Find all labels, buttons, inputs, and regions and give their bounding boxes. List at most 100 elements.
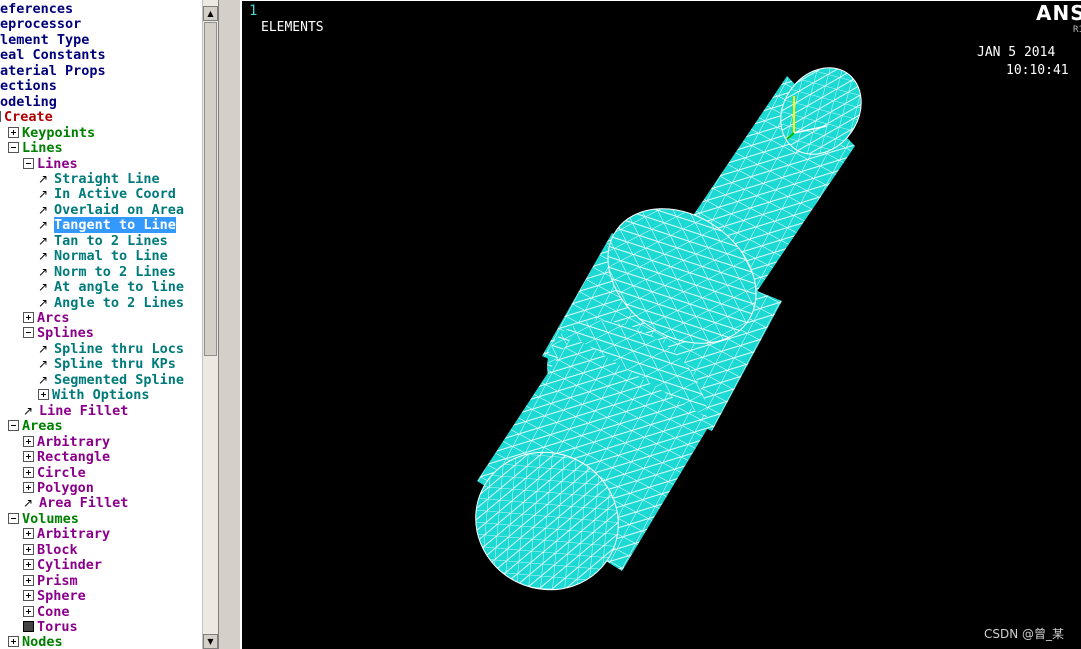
collapse-icon[interactable] xyxy=(8,142,19,154)
expand-icon[interactable] xyxy=(23,605,34,617)
tree-item[interactable]: Circle xyxy=(23,465,86,481)
collapse-icon[interactable] xyxy=(23,157,34,169)
main-menu-tree: eferences eprocessor lement Type eal Consta… xyxy=(0,0,219,649)
tree-item[interactable]: eal Constants xyxy=(0,48,106,63)
tree-item[interactable]: ↗ Line Fillet xyxy=(23,402,129,419)
tree-item[interactable]: Lines xyxy=(23,156,78,172)
action-arrow-icon: ↗ xyxy=(38,218,49,233)
meshed-shaft-model xyxy=(475,67,862,591)
tree-item-label: Spline thru KPs xyxy=(54,356,176,373)
expand-icon[interactable] xyxy=(23,481,34,493)
tree-item[interactable]: ↗ Tangent to Line xyxy=(38,217,176,234)
tree-item[interactable]: Prism xyxy=(23,573,78,589)
tree-item-label: Block xyxy=(37,541,78,558)
tree-item[interactable]: Arbitrary xyxy=(23,527,110,542)
expand-icon[interactable] xyxy=(23,435,34,447)
panel-splitter[interactable] xyxy=(219,0,239,649)
tree-item[interactable]: ↗ Angle to 2 Lines xyxy=(38,294,185,311)
tree-item[interactable]: Create xyxy=(0,110,53,125)
tree-item[interactable]: ↗ Overlaid on Area xyxy=(38,202,184,218)
tree-item[interactable]: Arcs xyxy=(23,311,70,326)
expand-icon[interactable] xyxy=(8,636,19,648)
tree-item[interactable]: Rectangle xyxy=(23,450,110,465)
tree-item[interactable]: Volumes xyxy=(8,511,79,527)
tree-item[interactable]: ↗ Normal to Line xyxy=(38,249,168,264)
expand-icon[interactable] xyxy=(23,543,34,555)
tree-item-label: Arcs xyxy=(37,310,70,326)
action-arrow-icon: ↗ xyxy=(38,202,49,217)
tree-item-label: Angle to 2 Lines xyxy=(54,294,185,311)
tree-item[interactable]: Block xyxy=(23,541,78,558)
expand-icon[interactable] xyxy=(23,559,34,571)
expand-icon[interactable] xyxy=(8,126,19,138)
tree-item[interactable]: eprocessor xyxy=(0,17,81,32)
dialog-icon xyxy=(23,621,34,632)
collapse-icon[interactable] xyxy=(0,111,1,123)
tree-item[interactable]: Keypoints xyxy=(8,124,96,141)
action-arrow-icon: ↗ xyxy=(38,249,49,264)
window-number: 1 xyxy=(249,3,258,19)
tree-item[interactable]: odeling xyxy=(0,93,57,110)
tree-item[interactable]: ↗ Area Fillet xyxy=(23,496,128,511)
tree-item[interactable]: Splines xyxy=(23,326,94,341)
ansys-logo: ANSY xyxy=(1036,1,1081,25)
tree-item-label: odeling xyxy=(0,93,57,110)
tree-item[interactable]: ↗ In Active Coord xyxy=(38,187,176,202)
expand-icon[interactable] xyxy=(23,574,34,586)
tree-item[interactable]: Nodes xyxy=(8,635,63,649)
collapse-icon[interactable] xyxy=(23,327,34,339)
tree-item-label: Normal to Line xyxy=(54,248,168,265)
tree-item-label: Keypoints xyxy=(22,124,96,141)
tree-item-label: Lines xyxy=(22,140,63,157)
expand-icon[interactable] xyxy=(23,528,34,540)
tree-item[interactable]: Torus xyxy=(23,620,78,635)
expand-icon[interactable] xyxy=(38,389,49,401)
collapse-icon[interactable] xyxy=(8,512,19,524)
tree-item-label: Norm to 2 Lines xyxy=(54,263,176,280)
tree-item[interactable]: ↗ Tan to 2 Lines xyxy=(38,233,168,249)
expand-icon[interactable] xyxy=(23,590,34,602)
tree-item[interactable]: Areas xyxy=(8,419,63,434)
action-arrow-icon: ↗ xyxy=(38,295,49,310)
tree-item[interactable]: With Options xyxy=(38,388,150,403)
tree-item[interactable]: ↗ Norm to 2 Lines xyxy=(38,263,176,280)
tree-item[interactable]: ↗ Segmented Spline xyxy=(38,372,184,388)
collapse-icon[interactable] xyxy=(8,420,19,432)
scroll-down-button[interactable]: ▼ xyxy=(203,634,218,649)
tree-item[interactable]: ↗ Spline thru KPs xyxy=(38,357,176,372)
expand-icon[interactable] xyxy=(23,312,34,323)
tree-item[interactable]: lement Type xyxy=(0,31,90,48)
expand-icon[interactable] xyxy=(23,451,34,463)
tree-scrollbar[interactable]: ▲ ▼ xyxy=(202,0,218,649)
graphics-window[interactable]: 1 ELEMENTS ANSY R1 JAN 5 2014 10:10:41 xyxy=(240,0,1081,649)
tree-item[interactable]: Polygon xyxy=(23,480,94,496)
tree-item-label: Cylinder xyxy=(37,557,103,574)
tree-item[interactable]: ↗ Straight Line xyxy=(38,171,160,187)
tree-item[interactable]: aterial Props xyxy=(0,62,106,79)
tree-item[interactable]: Lines xyxy=(8,141,63,156)
tree-item[interactable]: ↗ Spline thru Locs xyxy=(38,340,185,357)
tree-item-label: Create xyxy=(4,109,53,126)
action-arrow-icon: ↗ xyxy=(38,233,49,248)
tree-item[interactable]: ↗ At angle to line xyxy=(38,280,184,295)
action-arrow-icon: ↗ xyxy=(38,187,49,202)
tree-item-label: Splines xyxy=(37,325,94,342)
tree-item[interactable]: Arbitrary xyxy=(23,433,111,450)
scroll-up-button[interactable]: ▲ xyxy=(203,6,218,21)
tree-item-label: Tangent to Line xyxy=(54,217,176,234)
tree-item-label: aterial Props xyxy=(0,62,106,79)
tree-item[interactable]: Cylinder xyxy=(23,558,102,573)
tree-item[interactable]: eferences xyxy=(0,2,73,17)
scroll-thumb[interactable] xyxy=(204,22,217,356)
expand-icon[interactable] xyxy=(23,466,34,478)
tree-item-label: Spline thru Locs xyxy=(54,340,185,357)
tree-item-label: Line Fillet xyxy=(39,402,129,419)
release-label: R1 xyxy=(1073,25,1081,35)
tree-item[interactable]: Sphere xyxy=(23,589,86,604)
plot-label: ELEMENTS xyxy=(261,20,324,35)
tree-item[interactable]: ections xyxy=(0,79,57,94)
tree-item-label: Area Fillet xyxy=(39,495,129,512)
tree-item-label: Arbitrary xyxy=(37,433,111,450)
tree-item[interactable]: Cone xyxy=(23,604,70,620)
tree-item-label: lement Type xyxy=(0,31,90,48)
